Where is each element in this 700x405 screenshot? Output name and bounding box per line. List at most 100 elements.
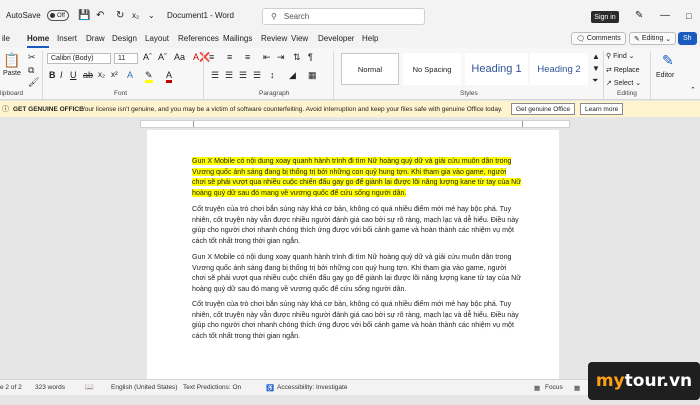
sort-icon[interactable]: ⇅ <box>293 52 301 63</box>
proofing-icon[interactable]: 📖 <box>85 383 94 391</box>
paragraph-1[interactable]: Gun X Mobile có nội dung xoay quanh hành… <box>192 156 522 198</box>
styles-scroll-down-icon[interactable]: ▼ <box>592 64 600 73</box>
underline-icon[interactable]: U <box>70 70 77 80</box>
subscript-button-icon[interactable]: x₂ <box>98 70 105 79</box>
align-left-icon[interactable]: ☰ <box>211 70 219 81</box>
align-right-icon[interactable]: ☰ <box>239 70 247 81</box>
focus-label[interactable]: Focus <box>545 384 563 391</box>
style-normal[interactable]: Normal <box>341 53 399 85</box>
multilevel-list-icon[interactable]: ≡ <box>245 52 250 62</box>
share-button[interactable]: Sh <box>678 32 697 45</box>
shrink-font-icon[interactable]: Aˇ <box>158 52 167 62</box>
paste-label[interactable]: Paste <box>3 70 21 77</box>
editor-label[interactable]: Editor <box>656 72 674 79</box>
style-heading-2[interactable]: Heading 2 <box>530 53 588 85</box>
focus-icon[interactable]: ▦ <box>534 384 540 392</box>
cut-icon[interactable]: ✂ <box>28 52 36 63</box>
collapse-ribbon-icon[interactable]: ⌃ <box>690 86 696 94</box>
subscript-icon[interactable]: x₂ <box>132 0 139 31</box>
title-bar: AutoSave Off 💾 ↶ ↻ x₂ ⌄ Document1 - Word… <box>0 0 700 31</box>
font-color-icon[interactable]: A <box>166 70 173 83</box>
bold-icon[interactable]: B <box>49 70 56 80</box>
tab-help[interactable]: Help <box>362 34 378 43</box>
select-button[interactable]: ↗ Select ⌄ <box>606 79 641 87</box>
shading-icon[interactable]: ◢ <box>289 70 296 81</box>
word-count[interactable]: 323 words <box>35 384 65 391</box>
restore-icon[interactable]: □ <box>686 0 691 31</box>
tab-design[interactable]: Design <box>112 34 137 43</box>
font-name-select[interactable]: Calibri (Body) <box>47 53 111 64</box>
tab-home[interactable]: Home <box>27 34 50 48</box>
styles-scroll-up-icon[interactable]: ▲ <box>592 52 600 61</box>
comment-icon: 🗨 <box>576 35 585 43</box>
bullets-icon[interactable]: ≡ <box>209 52 214 62</box>
show-marks-icon[interactable]: ¶ <box>308 52 313 62</box>
highlighted-text[interactable]: Gun X Mobile có nội dung xoay quanh hành… <box>192 157 522 197</box>
change-case-icon[interactable]: Aa <box>174 52 185 62</box>
numbering-icon[interactable]: ≡ <box>227 52 232 62</box>
align-center-icon[interactable]: ☰ <box>225 70 233 81</box>
redo-icon[interactable]: ↻ <box>116 0 124 31</box>
language-status[interactable]: English (United States) <box>111 384 177 391</box>
undo-icon[interactable]: ↶ <box>96 0 104 31</box>
borders-icon[interactable]: ▦ <box>308 70 317 81</box>
paragraph-2[interactable]: Cốt truyện của trò chơi bắn súng này khá… <box>192 204 522 246</box>
format-painter-icon[interactable]: 🖌 <box>28 77 39 88</box>
grow-font-icon[interactable]: Aˆ <box>143 52 152 62</box>
learn-more-button[interactable]: Learn more <box>580 103 624 115</box>
tab-mailings[interactable]: Mailings <box>223 34 252 43</box>
tab-review[interactable]: Review <box>261 34 287 43</box>
tab-file[interactable]: ile <box>2 34 10 43</box>
paragraph-3[interactable]: Gun X Mobile có nội dung xoay quanh hành… <box>192 252 522 294</box>
tab-layout[interactable]: Layout <box>145 34 169 43</box>
ruler[interactable] <box>140 120 570 128</box>
decrease-indent-icon[interactable]: ⇤ <box>263 52 271 63</box>
text-predictions-status[interactable]: Text Predictions: On <box>183 384 241 391</box>
paragraph-4[interactable]: Cốt truyện của trò chơi bắn súng này khá… <box>192 299 522 341</box>
read-mode-icon[interactable]: ▦ <box>574 384 580 392</box>
search-input[interactable]: Search <box>284 12 309 21</box>
qat-dropdown-icon[interactable]: ⌄ <box>148 0 155 31</box>
editor-icon[interactable]: ✎ <box>662 52 674 69</box>
font-name-value: Calibri (Body) <box>51 55 94 62</box>
increase-indent-icon[interactable]: ⇥ <box>277 52 285 63</box>
message-text: Your license isn't genuine, and you may … <box>81 105 503 113</box>
text-effects-icon[interactable]: A <box>127 70 133 80</box>
tab-insert[interactable]: Insert <box>57 34 77 43</box>
autosave-toggle[interactable]: Off <box>47 0 69 31</box>
tab-developer[interactable]: Developer <box>318 34 354 43</box>
justify-icon[interactable]: ☰ <box>253 70 261 81</box>
save-icon[interactable]: 💾 <box>78 0 90 31</box>
editing-mode-button[interactable]: ✎ Editing ⌄ <box>629 32 677 45</box>
signin-button[interactable]: Sign in <box>591 11 619 23</box>
clear-format-icon[interactable]: A❌ <box>193 52 210 63</box>
pen-icon[interactable]: ✎ <box>635 0 643 31</box>
document-page[interactable]: Gun X Mobile có nội dung xoay quanh hành… <box>147 130 559 379</box>
get-genuine-office-button[interactable]: Get genuine Office <box>511 103 576 115</box>
search-box[interactable]: ⚲ Search <box>262 8 425 25</box>
italic-icon[interactable]: I <box>60 70 63 80</box>
superscript-icon[interactable]: x² <box>111 70 118 79</box>
find-button[interactable]: ⚲ Find ⌄ <box>606 52 635 60</box>
autosave-state: Off <box>57 12 65 19</box>
tab-draw[interactable]: Draw <box>86 34 105 43</box>
accessibility-icon[interactable]: ♿ <box>266 384 274 392</box>
minimize-icon[interactable]: — <box>660 0 670 31</box>
comments-button[interactable]: 🗨 Comments <box>571 32 626 45</box>
replace-button[interactable]: ⇄ Replace <box>606 66 640 74</box>
page-count[interactable]: e 2 of 2 <box>0 384 22 391</box>
line-spacing-icon[interactable]: ↕ <box>270 70 275 80</box>
font-size-select[interactable]: 11 <box>114 53 138 64</box>
strikethrough-icon[interactable]: ab <box>83 70 93 80</box>
chevron-down-icon: ⌄ <box>628 53 635 60</box>
style-no-spacing[interactable]: No Spacing <box>403 53 461 85</box>
tab-view[interactable]: View <box>291 34 308 43</box>
toggle-knob-icon <box>50 13 55 18</box>
styles-more-icon[interactable]: ⏷ <box>592 76 598 86</box>
tab-references[interactable]: References <box>178 34 219 43</box>
copy-icon[interactable]: ⧉ <box>28 65 34 76</box>
accessibility-status[interactable]: Accessibility: Investigate <box>277 384 347 391</box>
style-heading-1[interactable]: Heading 1 <box>465 53 528 85</box>
paste-icon[interactable]: 📋 <box>3 52 20 69</box>
highlight-icon[interactable]: ✎ <box>145 70 153 83</box>
